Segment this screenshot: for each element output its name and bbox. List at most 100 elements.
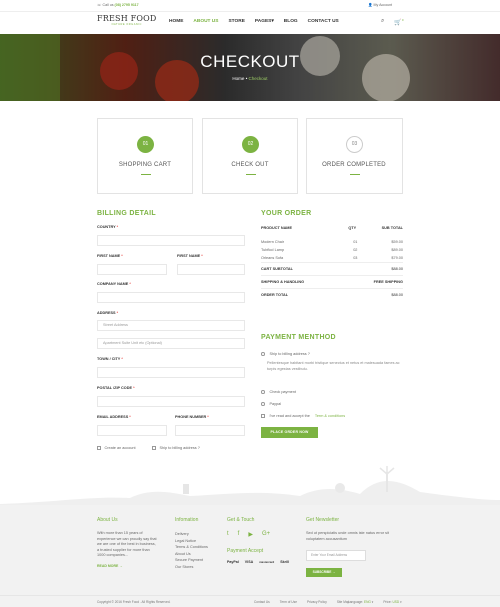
call-info: ☏ Call us (08) 2795 9117 [97,3,139,7]
phone-number[interactable]: (08) 2795 9117 [115,3,139,7]
read-more-label[interactable]: READ MORE [97,564,118,568]
my-account-label[interactable]: My Account [373,3,392,7]
subscribe-button[interactable]: SUBSCRIBE → [306,568,342,577]
checkbox-box[interactable] [261,414,265,418]
create-account-checkbox[interactable]: Create an account [97,446,136,450]
terms-checkbox[interactable]: I've read and accept the Term & condition… [261,410,403,422]
terms-link[interactable]: Term & conditions [315,414,345,418]
bottom-link-terms[interactable]: Term of Use [280,600,297,604]
radio-button[interactable] [261,352,265,356]
order-header-row: PRODUCT NAME QTY SUB TOTAL [261,222,403,233]
payment-accept-title: Payment Accept [227,548,264,554]
logo-tagline: NATURE ORGANIC [111,23,142,26]
ship-billing-label: Ship to billing address ? [159,446,200,450]
first-name-field[interactable] [97,264,167,275]
bottom-bar: Copyright © 2016 Fresh Food . All Rights… [0,595,500,607]
check-payment-option[interactable]: Check payment [261,386,403,398]
footer-about: About Us With more than 15 years of expe… [97,517,157,568]
cart-count-badge: 0 [401,18,404,22]
required-mark: * [116,311,119,315]
top-bar: ☏ Call us (08) 2795 9117 👤 My Account [0,0,500,11]
logo[interactable]: FRESH FOOD NATURE ORGANIC [97,14,157,26]
search-icon[interactable]: ⌕ [381,18,384,26]
postal-label-text: POSTAL /ZIP CODE [97,386,133,390]
col-qty: QTY [348,225,357,230]
nav-blog[interactable]: BLOG [284,19,298,24]
step-order-completed[interactable]: 03 ORDER COMPLETED [306,118,403,194]
company-field[interactable] [97,292,245,303]
my-account-link[interactable]: 👤 My Account [368,3,392,7]
first-name-label-text: FIRST NAME [97,254,121,258]
cart-icon[interactable]: 🛒0 [394,18,403,26]
nav-pages[interactable]: PAGES▾ [255,19,274,24]
email-field[interactable] [97,425,167,436]
price-select[interactable]: Price: USD ▾ [383,600,401,604]
language-value[interactable]: ENG [364,600,371,604]
postal-field[interactable] [97,396,245,407]
step-check-out[interactable]: 02 CHECK OUT [202,118,298,194]
paypal-option[interactable]: Paypal [261,398,403,410]
phone-icon: ☏ [97,3,102,7]
step-number: 03 [346,136,363,153]
step-shopping-cart[interactable]: 01 SHOPPING CART [97,118,193,194]
twitter-icon[interactable]: t [227,531,229,538]
country-field[interactable] [97,235,245,246]
bottom-link-privacy[interactable]: Privacy Policy [307,600,327,604]
footer-link-secure-payment[interactable]: Secure Payment [175,557,208,564]
place-order-button[interactable]: PLACE ORDER NOW [261,427,318,438]
breadcrumb-current: Checkout [248,76,268,81]
logo-title[interactable]: FRESH FOOD [97,14,157,23]
subscribe-label[interactable]: SUBSCRIBE [313,570,332,574]
phone-field[interactable] [175,425,245,436]
street-address-field[interactable]: Street Address [97,320,245,331]
ship-billing-option[interactable]: Ship to billing address ? [261,348,403,360]
bottom-link-contact[interactable]: Contact Us [254,600,270,604]
nav-home[interactable]: HOME [169,19,183,24]
facebook-icon[interactable]: f [238,531,240,538]
town-label-text: TOWN / CITY [97,357,121,361]
footer-link-terms[interactable]: Terms & Conditions [175,544,208,551]
apartment-field[interactable]: Apartment Suite Unit etc (Optional) [97,338,245,349]
radio-button[interactable] [261,402,265,406]
language-select[interactable]: Language: ENG ▾ [348,600,373,604]
radio-button[interactable] [261,390,265,394]
step-underline [246,174,256,175]
newsletter-email-input[interactable]: Enter Your Email Address [306,550,366,561]
country-label: COUNTRY * [97,225,118,229]
youtube-icon[interactable]: ▶ [248,531,253,538]
shipping-row: SHIPPING & HANDLING FREE SHIPPING [261,275,403,288]
user-icon: 👤 [368,3,373,7]
address-label-text: ADDRESS [97,311,116,315]
nav-store[interactable]: STORE [228,19,244,24]
ship-billing-checkbox[interactable]: Ship to billing address ? [152,446,200,450]
checkbox-box[interactable] [97,446,101,450]
item-price: $89.00 [391,248,403,252]
footer-newsletter: Get Newsletter Sed ut perspiciatis unde … [306,517,394,577]
breadcrumb-home[interactable]: Home [232,76,244,81]
farm-silhouette [0,466,500,508]
chevron-down-icon: ▾ [271,19,274,24]
read-more-link[interactable]: READ MORE → [97,564,157,568]
footer-about-text: With more than 15 years of experience we… [97,531,157,557]
social-links: t f ▶ G+ [227,531,289,538]
cart-glyph[interactable]: 🛒 [394,20,401,26]
order-item-row: Modern Chair 01 $59.00 [261,238,403,246]
nav-pages-label[interactable]: PAGES [255,19,271,24]
checkbox-box[interactable] [152,446,156,450]
paypal-logo: PayPal [227,560,239,564]
nav-contact-us[interactable]: CONTACT US [308,19,339,24]
nav-about-us[interactable]: ABOUT US [193,19,218,24]
paypal-label: Paypal [269,402,282,406]
price-value[interactable]: USD [392,600,399,604]
bottom-links: Contact Us Term of Use Privacy Policy Si… [254,600,349,604]
postal-label: POSTAL /ZIP CODE * [97,386,135,390]
email-label: EMAIL ADDRESS * [97,415,131,419]
company-label-text: COMPANY NAME [97,282,129,286]
order-item-row: Orleans Sofa 03 $79.00 [261,254,403,262]
first-name-2-field[interactable] [177,264,245,275]
country-label-text: COUNTRY [97,225,116,229]
order-total-label: ORDER TOTAL [261,293,289,297]
town-field[interactable] [97,367,245,378]
footer-link-our-stores[interactable]: Our Stores [175,564,208,571]
google-plus-icon[interactable]: G+ [262,531,270,538]
